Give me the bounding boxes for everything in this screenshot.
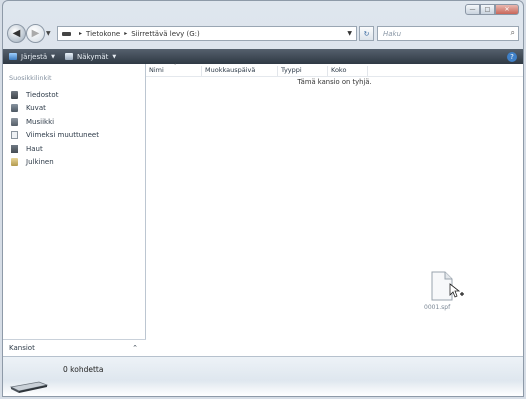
column-type-label: Tyyppi	[281, 66, 302, 74]
folders-label: Kansiot	[9, 344, 35, 352]
forward-button[interactable]: ▶	[26, 24, 45, 43]
nav-item-label: Haut	[26, 144, 43, 153]
nav-item-label: Julkinen	[26, 158, 54, 167]
organize-icon	[9, 53, 17, 60]
folders-toggle[interactable]: Kansiot ⌃	[3, 339, 146, 356]
nav-item-pictures[interactable]: Kuvat	[11, 102, 99, 116]
maximize-button[interactable]: □	[480, 4, 495, 15]
views-icon	[65, 53, 74, 60]
search-input[interactable]: Haku ⌕	[377, 26, 519, 41]
help-icon[interactable]: ?	[507, 52, 517, 62]
search-icon[interactable]: ⌕	[511, 28, 515, 38]
column-name[interactable]: Nimi ˄	[146, 64, 202, 76]
nav-item-documents[interactable]: Tiedostot	[11, 88, 99, 102]
breadcrumb-computer[interactable]: Tietokone	[86, 30, 120, 38]
address-row: ◀ ▶ ▼ ▸ Tietokone ▸ Siirrettävä levy (G:…	[7, 23, 519, 45]
favorite-links-heading: Suosikkilinkit	[9, 74, 52, 82]
column-date-modified[interactable]: Muokkauspäivä	[202, 66, 278, 76]
organize-button[interactable]: Järjestä ▼	[9, 53, 55, 61]
organize-label: Järjestä	[21, 52, 48, 61]
column-name-label: Nimi	[149, 66, 164, 74]
address-bar[interactable]: ▸ Tietokone ▸ Siirrettävä levy (G:) ▼	[57, 26, 357, 41]
nav-item-label: Musiikki	[26, 117, 55, 126]
nav-item-searches[interactable]: Haut	[11, 142, 99, 156]
command-bar: Järjestä ▼ Näkymät ▼ ?	[3, 49, 523, 64]
explorer-window: — □ ✕ ◀ ▶ ▼ ▸ Tietokone ▸ Siirrettävä le…	[2, 0, 524, 397]
column-type[interactable]: Tyyppi	[278, 66, 328, 76]
chevron-down-icon: ▼	[112, 53, 117, 60]
drive-icon-small	[62, 31, 71, 36]
public-icon	[11, 158, 18, 167]
nav-item-label: Tiedostot	[26, 90, 59, 99]
dragged-file-name: 0001.spf	[424, 304, 451, 311]
documents-icon	[11, 90, 18, 99]
chevron-up-icon: ⌃	[132, 344, 138, 352]
window-controls: — □ ✕	[465, 4, 519, 15]
address-dropdown-icon[interactable]: ▼	[347, 30, 352, 37]
recent-pages-dropdown[interactable]: ▼	[46, 30, 51, 37]
sort-arrow-icon: ˄	[174, 64, 177, 70]
breadcrumb-separator-icon: ▸	[124, 30, 128, 37]
removable-drive-icon	[9, 379, 49, 396]
nav-item-label: Kuvat	[26, 104, 46, 113]
back-button[interactable]: ◀	[7, 24, 26, 43]
details-pane: 0 kohdetta	[3, 356, 523, 396]
breadcrumb-separator-icon: ▸	[79, 30, 83, 37]
refresh-button[interactable]: ↻	[359, 26, 374, 41]
searches-icon	[11, 144, 18, 153]
search-placeholder: Haku	[383, 29, 402, 38]
copy-cursor-icon	[449, 283, 465, 303]
views-label: Näkymät	[77, 52, 109, 61]
column-size[interactable]: Koko	[328, 66, 368, 76]
nav-item-public[interactable]: Julkinen	[11, 156, 99, 170]
breadcrumb-removable-disk[interactable]: Siirrettävä levy (G:)	[131, 30, 200, 38]
close-button[interactable]: ✕	[495, 4, 519, 15]
empty-folder-message: Tämä kansio on tyhjä.	[297, 78, 372, 86]
column-size-label: Koko	[331, 66, 347, 74]
music-icon	[11, 117, 18, 126]
item-count: 0 kohdetta	[63, 365, 104, 374]
column-date-label: Muokkauspäivä	[205, 66, 256, 74]
file-list[interactable]: Nimi ˄ Muokkauspäivä Tyyppi Koko Tämä ka…	[146, 64, 523, 356]
nav-item-music[interactable]: Musiikki	[11, 115, 99, 129]
nav-item-label: Viimeksi muuttuneet	[26, 131, 99, 140]
column-header-row: Nimi ˄ Muokkauspäivä Tyyppi Koko	[146, 64, 523, 77]
favorite-links-list: Tiedostot Kuvat Musiikki Viimeksi muuttu…	[11, 88, 99, 169]
chevron-down-icon: ▼	[51, 53, 56, 60]
views-button[interactable]: Näkymät ▼	[65, 53, 116, 61]
navigation-pane: Suosikkilinkit Tiedostot Kuvat Musiikki …	[3, 64, 146, 356]
pictures-icon	[11, 104, 18, 113]
nav-item-recently-changed[interactable]: Viimeksi muuttuneet	[11, 129, 99, 143]
recent-icon	[11, 131, 18, 140]
minimize-button[interactable]: —	[465, 4, 480, 15]
